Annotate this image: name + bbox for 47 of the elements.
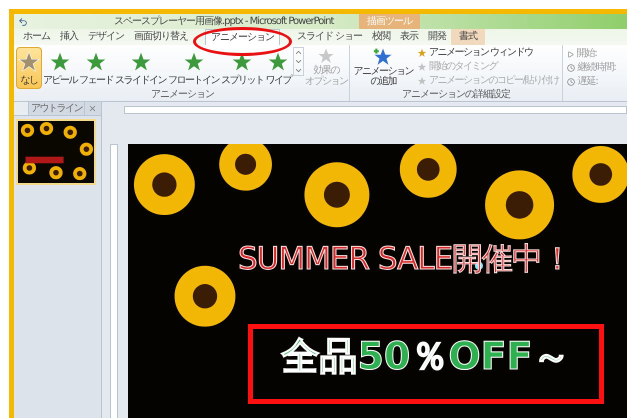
command-icon: [417, 48, 427, 58]
star-icon: [231, 50, 254, 72]
animation-option[interactable]: なし: [16, 47, 42, 89]
group-label: アニメーション: [150, 90, 214, 100]
animation-option[interactable]: ワイプ: [264, 47, 292, 89]
add-animation-button[interactable]: アニメーション の追加: [354, 47, 413, 89]
star-icon: [317, 47, 336, 65]
star-icon: [130, 50, 152, 72]
ribbon-tab[interactable]: デザイン: [83, 29, 129, 45]
ribbon-tab[interactable]: ホーム: [18, 29, 55, 45]
star-icon: [85, 50, 107, 72]
star-icon: [182, 50, 204, 72]
star-icon: [373, 47, 394, 67]
field-label: 開始:: [576, 48, 597, 60]
play-icon: [567, 50, 574, 58]
ribbon-tab[interactable]: 校閲: [367, 29, 396, 45]
close-icon[interactable]: [88, 104, 97, 113]
star-icon: [49, 50, 71, 72]
ribbon-tab[interactable]: 書式: [451, 29, 486, 45]
ribbon-tab[interactable]: 表示: [395, 29, 424, 45]
star-icon: [267, 50, 290, 72]
scroll-down-icon[interactable]: [294, 57, 303, 66]
command-icon: [417, 62, 427, 72]
animation-option[interactable]: フェード: [78, 47, 114, 89]
clock-icon: [567, 64, 576, 72]
ribbon-tab[interactable]: 挿入: [55, 29, 83, 45]
undo-icon[interactable]: [18, 16, 28, 26]
animation-option[interactable]: スライドイン: [114, 47, 167, 89]
animation-option[interactable]: スプリット: [220, 47, 264, 89]
window-title: スペースプレーヤー用画像.pptx - Microsoft PowerPoint: [114, 16, 334, 26]
ribbon-tab[interactable]: 画面切り替え: [129, 29, 193, 45]
slide-title: SUMMER SALE開催中！: [238, 244, 572, 275]
scroll-up-icon[interactable]: [294, 48, 303, 57]
slide-subtitle: 全品50％OFF～: [281, 337, 571, 375]
group-label: アニメーションの詳細設定: [402, 90, 510, 100]
animation-option[interactable]: フロートイン: [167, 47, 220, 89]
more-icon[interactable]: [294, 66, 303, 75]
star-icon: [18, 50, 40, 72]
animation-command[interactable]: アニメーション ウィンドウ: [417, 47, 558, 59]
contextual-group-label: 描画ツール: [367, 16, 412, 26]
ribbon-tab[interactable]: スライド ショー: [292, 29, 368, 45]
animation-option[interactable]: アピール: [42, 47, 78, 89]
ribbon-tab[interactable]: 開発: [423, 29, 452, 45]
clock-icon: [567, 78, 576, 86]
field-label: 継続時間:: [577, 62, 616, 74]
command-icon: [417, 76, 427, 86]
field-label: 遅延:: [577, 76, 598, 88]
